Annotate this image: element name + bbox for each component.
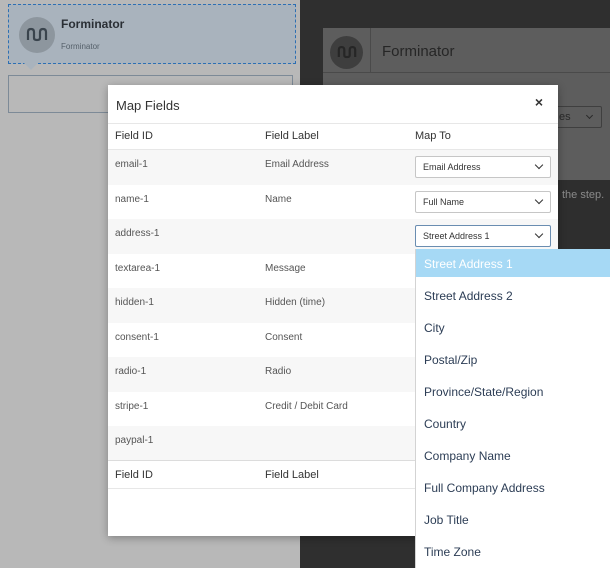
footer-header-field-id: Field ID: [115, 469, 153, 481]
card-title: Forminator: [61, 17, 125, 31]
field-label: Radio: [265, 366, 292, 377]
field-id: address-1: [115, 228, 160, 239]
dropdown-option[interactable]: Company Name: [416, 441, 610, 469]
panel-divider: [323, 72, 610, 73]
field-id: hidden-1: [115, 297, 154, 308]
field-label: Message: [265, 262, 306, 274]
map-to-select[interactable]: Street Address 1: [415, 225, 551, 247]
footer-header-field-label: Field Label: [265, 469, 319, 481]
field-label: Name: [265, 193, 292, 205]
map-to-select[interactable]: Email Address: [415, 156, 551, 178]
panel-title: Forminator: [382, 43, 455, 60]
field-id: name-1: [115, 193, 149, 205]
map-to-value: Email Address: [423, 162, 481, 172]
close-icon[interactable]: ×: [532, 95, 546, 109]
dropdown-option[interactable]: Country: [416, 409, 610, 437]
panel-separator: [370, 28, 371, 72]
dropdown-option[interactable]: Job Title: [416, 505, 610, 533]
map-to-value: Street Address 1: [423, 231, 490, 241]
dropdown-option[interactable]: City: [416, 313, 610, 341]
modal-title: Map Fields: [116, 98, 180, 113]
forminator-panel-logo-icon: [330, 36, 363, 69]
dropdown-option[interactable]: Full Company Address: [416, 473, 610, 501]
forminator-logo-icon: [19, 17, 55, 53]
field-label: Hidden (time): [265, 297, 326, 308]
table-row: name-1 Name Full Name: [108, 185, 558, 220]
dropdown-option[interactable]: Street Address 1: [416, 249, 610, 277]
chevron-down-icon: [534, 160, 544, 170]
chevron-down-icon: [534, 195, 544, 204]
card-pointer: [24, 63, 38, 70]
field-label: Consent: [265, 331, 303, 343]
map-to-value: Full Name: [423, 196, 465, 207]
card-subtitle: Forminator: [61, 42, 100, 51]
field-id: paypal-1: [115, 435, 154, 446]
field-id: radio-1: [115, 366, 147, 377]
map-to-dropdown-list[interactable]: Street Address 1 Street Address 2 City P…: [415, 249, 610, 568]
panel-hint-text: the step.: [562, 189, 605, 201]
dropdown-option[interactable]: Postal/Zip: [416, 345, 610, 373]
dropdown-option[interactable]: Province/State/Region: [416, 377, 610, 405]
integration-card: Forminator Forminator: [8, 4, 296, 64]
column-header-field-label: Field Label: [265, 130, 319, 142]
field-label: Credit / Debit Card: [265, 400, 348, 412]
chevron-down-icon: [534, 229, 544, 239]
field-id: email-1: [115, 159, 148, 170]
field-id: stripe-1: [115, 400, 149, 412]
modal-header-divider: [108, 123, 558, 124]
field-label: Email Address: [265, 159, 329, 170]
dropdown-option[interactable]: Time Zone: [416, 537, 610, 565]
field-id: consent-1: [115, 331, 159, 343]
field-id: textarea-1: [115, 262, 161, 274]
dropdown-option[interactable]: Street Address 2: [416, 281, 610, 309]
column-header-field-id: Field ID: [115, 130, 153, 142]
column-header-map-to: Map To: [415, 130, 451, 142]
map-to-select[interactable]: Full Name: [415, 190, 551, 213]
table-row: email-1 Email Address Email Address: [108, 150, 558, 185]
